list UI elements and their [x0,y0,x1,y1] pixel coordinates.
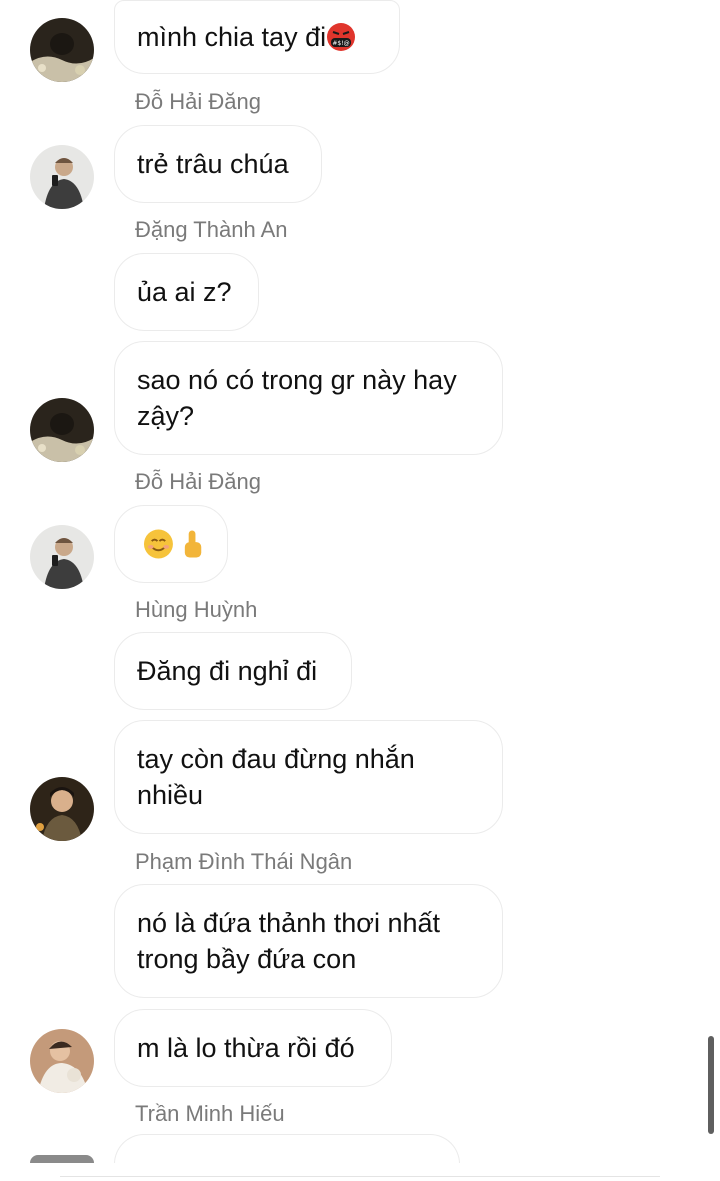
sender-name: Đỗ Hải Đăng [135,469,261,494]
message-text: ủa ai z? [137,277,232,307]
avatar[interactable] [30,525,94,589]
message-text: trẻ trâu chúa [137,149,289,179]
avatar[interactable] [30,777,94,841]
avatar[interactable] [30,1155,94,1163]
message-text: m là lo thừa rồi đó [137,1033,355,1063]
message-text: tay còn đau đừng nhắn nhiều [137,744,415,810]
sender-name: Đặng Thành An [135,217,288,242]
message-text: mình chia tay đi [137,22,327,52]
avatar[interactable] [30,18,94,82]
message-bubble[interactable]: sao nó có trong gr này hay zậy? [114,341,503,455]
index-pointing-up-icon [184,530,202,558]
message-bubble[interactable]: nó là đứa thảnh thơi nhất trong bầy đứa … [114,884,503,998]
composer-edge [60,1176,660,1181]
avatar[interactable] [30,398,94,462]
svg-text:#$!@: #$!@ [332,40,349,47]
message-bubble[interactable] [114,505,228,583]
message-bubble[interactable]: Đăng đi nghỉ đi [114,632,352,710]
message-text: sao nó có trong gr này hay zậy? [137,365,457,431]
message-text: Đăng đi nghỉ đi [137,656,318,686]
message-bubble[interactable]: ủa ai z? [114,253,259,331]
message-text: nó là đứa thảnh thơi nhất trong bầy đứa … [137,908,440,974]
sender-name: Đỗ Hải Đăng [135,89,261,114]
sender-name: Hùng Huỳnh [135,597,258,622]
message-bubble[interactable] [114,1134,460,1164]
message-bubble[interactable]: mình chia tay đi #$!@ [114,0,400,74]
swearing-face-icon: #$!@ [327,23,356,51]
avatar[interactable] [30,145,94,209]
scrollbar[interactable] [708,1036,714,1134]
message-bubble[interactable]: trẻ trâu chúa [114,125,322,203]
sender-name: Trần Minh Hiếu [135,1101,285,1126]
message-bubble[interactable]: m là lo thừa rồi đó [114,1009,392,1087]
message-bubble[interactable]: tay còn đau đừng nhắn nhiều [114,720,503,834]
avatar[interactable] [30,1029,94,1093]
smiling-face-icon [143,529,173,559]
sender-name: Phạm Đình Thái Ngân [135,849,353,874]
